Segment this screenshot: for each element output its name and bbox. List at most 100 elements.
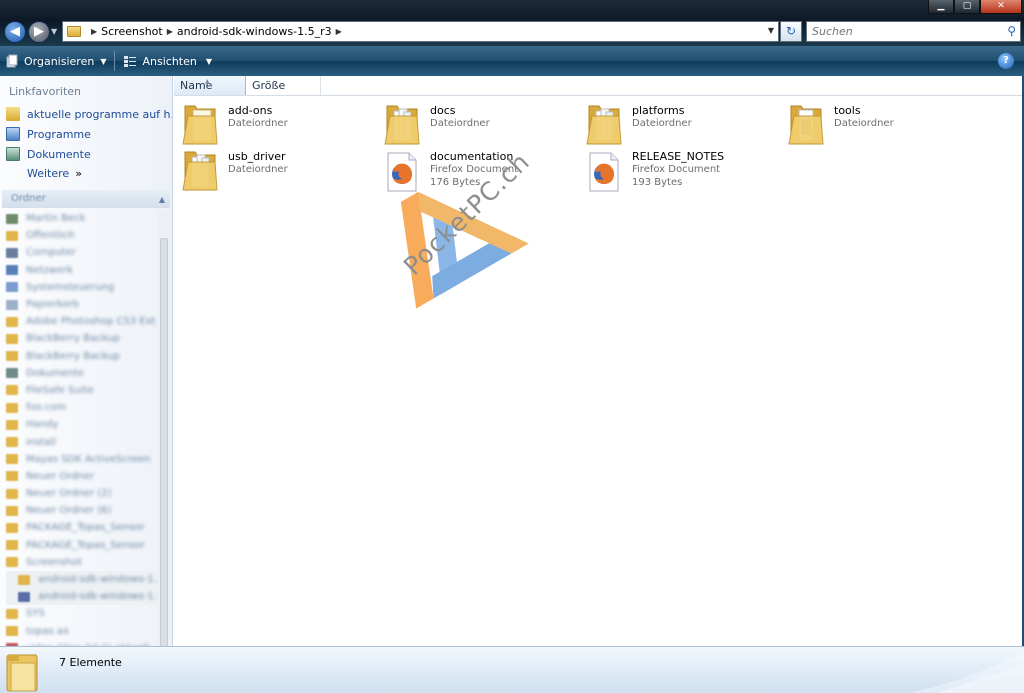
tree-item[interactable]: topas ax (6, 623, 158, 640)
tree-item-label: topas ax (26, 625, 69, 637)
minimize-button[interactable]: ▁ (928, 0, 954, 14)
command-bar: Organisieren ▼ Ansichten ▼ ? (0, 46, 1024, 76)
organize-button[interactable]: Organisieren ▼ (0, 50, 111, 72)
file-item[interactable]: docs Dateiordner (376, 100, 576, 146)
folder-icon (6, 351, 18, 362)
tree-item-label: android-sdk-windows-1.5 (38, 591, 158, 603)
favorite-label: Programme (27, 127, 91, 141)
favorite-link-programs-update[interactable]: aktuelle programme auf h... (6, 107, 172, 121)
search-input[interactable] (807, 22, 997, 41)
file-item[interactable]: platforms Dateiordner (578, 100, 778, 146)
tree-item[interactable]: Öffentlich (6, 227, 158, 244)
tree-item[interactable]: BlackBerry Backup (6, 348, 158, 365)
scrollbar-thumb[interactable] (160, 238, 168, 646)
tree-item[interactable]: Adobe Photoshop CS3 Ext (6, 313, 158, 330)
folder-icon (6, 419, 18, 430)
tree-item[interactable]: Martin Beck (6, 210, 158, 227)
tree-item[interactable]: BlackBerry Backup (6, 330, 158, 347)
file-item[interactable]: usb_driver Dateiordner (174, 146, 374, 192)
views-button[interactable]: Ansichten (118, 50, 201, 72)
tree-item[interactable]: Screenshot (6, 554, 158, 571)
folder-icon (6, 333, 18, 344)
favorite-link-dokumente[interactable]: Dokumente (6, 147, 91, 161)
firefox-document-icon (383, 150, 421, 194)
tree-item[interactable]: Neuer Ordner (6) (6, 502, 158, 519)
tree-item-label: Netzwerk (26, 264, 74, 276)
column-header-name[interactable]: ▲ Name (174, 76, 246, 95)
tree-item[interactable]: Neuer Ordner (2) (6, 485, 158, 502)
tree-item-label: BlackBerry Backup (26, 350, 120, 362)
search-icon[interactable]: ⚲ (1007, 24, 1016, 38)
tree-item-label: Mayas SDK ActiveScreen (26, 453, 151, 465)
tree-item-label: PACKAGE_Topas_Sensor (26, 522, 145, 534)
search-box[interactable]: ⚲ (806, 21, 1021, 42)
tree-item[interactable]: Computer (6, 244, 158, 261)
favorite-label: Dokumente (27, 147, 91, 161)
chevron-right-icon[interactable]: ▶ (91, 27, 97, 36)
views-dropdown-button[interactable]: ▼ (202, 50, 216, 72)
refresh-icon: ↻ (785, 24, 797, 38)
tree-item[interactable]: android-sdk-windows-1.5 (6, 588, 158, 606)
tree-item[interactable]: Papierkorb (6, 296, 158, 313)
chevron-right-icon[interactable]: ▶ (336, 27, 342, 36)
item-count: 7 Elemente (59, 656, 122, 669)
tree-item[interactable]: Dokumente (6, 365, 158, 382)
tree-item[interactable]: Handy (6, 416, 158, 433)
favorite-link-programme[interactable]: Programme (6, 127, 91, 141)
back-button[interactable]: ◀ (4, 21, 26, 43)
tree-item[interactable]: PACKAGE_Topas_Sensor (6, 519, 158, 536)
chevron-up-icon[interactable]: ▲ (159, 191, 165, 209)
documents-icon (6, 147, 20, 161)
tree-item[interactable]: install (6, 433, 158, 450)
address-bar[interactable]: ▶ Screenshot ▶ android-sdk-windows-1.5_r… (62, 21, 779, 42)
address-dropdown-icon[interactable]: ▼ (768, 26, 774, 35)
tree-item[interactable]: foo.com (6, 399, 158, 416)
folder-icon (6, 654, 38, 692)
tree-item-label: SYS (26, 608, 45, 620)
navigation-pane: Linkfavoriten aktuelle programme auf h..… (0, 76, 173, 646)
tree-item-label: Neuer Ordner (6) (26, 505, 112, 517)
tree-item[interactable]: Netzwerk (6, 262, 158, 279)
close-button[interactable]: ✕ (980, 0, 1022, 14)
tree-item-label: Öffentlich (26, 230, 75, 242)
file-name: docs (430, 104, 456, 117)
folder-icon (6, 230, 18, 241)
recent-pages-dropdown[interactable]: ▼ (51, 27, 57, 36)
folder-empty-icon (181, 102, 219, 146)
column-header-size[interactable]: Größe (246, 76, 321, 95)
help-button[interactable]: ? (998, 53, 1014, 69)
refresh-button[interactable]: ↻ (780, 21, 802, 42)
tree-item-label: Adobe Photoshop CS3 Ext (26, 316, 156, 328)
tree-item[interactable]: android-sdk-windows-1.5 (6, 570, 158, 589)
tree-item[interactable]: Neuer Ordner (6, 468, 158, 485)
tree-item[interactable]: PACKAGE_Topas_Sensor (6, 537, 158, 554)
folder-icon (6, 488, 18, 499)
folder-icon (6, 368, 18, 379)
forward-button[interactable]: ▶ (28, 21, 50, 43)
file-type: Firefox Document (632, 164, 721, 175)
breadcrumb-android-sdk[interactable]: android-sdk-windows-1.5_r3 (177, 25, 332, 38)
favorites-title: Linkfavoriten (9, 85, 82, 98)
file-item[interactable]: tools Dateiordner (780, 100, 980, 146)
window-controls: ▁ ▢ ✕ (928, 0, 1022, 16)
file-item[interactable]: add-ons Dateiordner (174, 100, 374, 146)
folder-icon (6, 299, 18, 310)
tree-item[interactable]: FileSafe Suite (6, 382, 158, 399)
folder-icon (6, 265, 18, 276)
tree-item[interactable]: SYS (6, 605, 158, 622)
folder-icon (6, 608, 18, 619)
chevron-right-icon[interactable]: ▶ (167, 27, 173, 36)
maximize-button[interactable]: ▢ (954, 0, 980, 14)
folders-header[interactable]: Ordner ▲ (2, 190, 170, 208)
file-type: Dateiordner (228, 118, 288, 129)
tree-item-label: Martin Beck (26, 213, 86, 225)
folder-tree-scrollbar[interactable] (158, 210, 170, 646)
tree-item[interactable]: Systemsteuerung (6, 279, 158, 296)
breadcrumb-screenshot[interactable]: Screenshot (101, 25, 163, 38)
file-item[interactable]: RELEASE_NOTES Firefox Document 193 Bytes (578, 146, 778, 192)
organize-label: Organisieren (24, 54, 95, 68)
tree-item[interactable]: Mayas SDK ActiveScreen (6, 451, 158, 468)
more-favorites-link[interactable]: Weitere » (27, 167, 82, 180)
file-type: Dateiordner (228, 164, 288, 175)
decorative-swoosh (908, 652, 1024, 693)
